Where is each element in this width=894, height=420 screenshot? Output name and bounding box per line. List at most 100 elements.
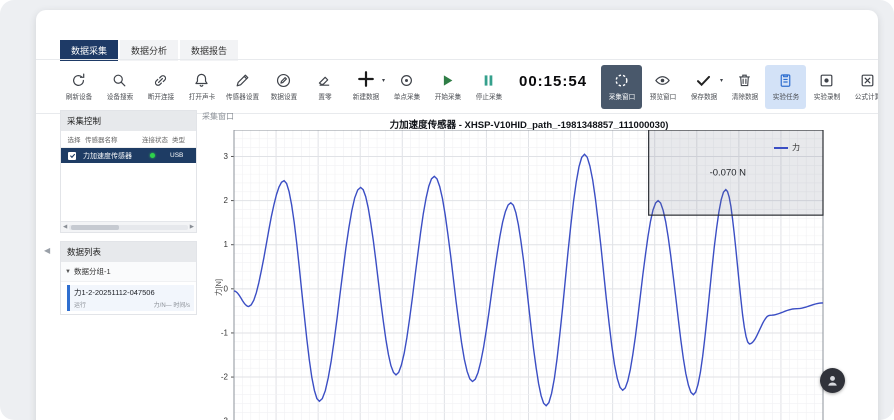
main-tabbar: 数据采集 数据分析 数据报告 bbox=[60, 40, 238, 61]
svg-text:-1: -1 bbox=[221, 328, 229, 337]
support-fab[interactable] bbox=[820, 368, 845, 393]
caret-down-icon[interactable]: ▾ bbox=[720, 77, 723, 84]
experiment-record-button[interactable]: 实验录制 bbox=[806, 64, 847, 110]
button-label: 传感器设置 bbox=[226, 92, 259, 102]
button-label: 断开连接 bbox=[147, 92, 174, 102]
stop-collect-button[interactable]: 停止采集 bbox=[468, 64, 509, 110]
person-icon bbox=[825, 373, 840, 388]
chart-title: 力加速度传感器 - XHSP-V10HID_path_-1981348857_1… bbox=[234, 117, 824, 131]
set-zero-button[interactable]: 置零 bbox=[304, 64, 345, 110]
button-label: 开始采集 bbox=[434, 92, 461, 102]
caret-down-icon[interactable]: ▾ bbox=[382, 77, 385, 84]
capture-window-button[interactable]: 采集窗口 bbox=[601, 65, 642, 109]
sensor-checkbox[interactable] bbox=[68, 152, 76, 160]
check-icon bbox=[695, 72, 712, 89]
play-icon bbox=[439, 72, 456, 89]
collect-control-header: 采集控制 bbox=[61, 111, 196, 131]
legend-label: 力 bbox=[792, 142, 800, 153]
search-icon bbox=[111, 72, 128, 89]
disconnect-button[interactable]: 断开连接 bbox=[140, 64, 181, 110]
edit-circle-icon bbox=[275, 72, 292, 89]
target-icon bbox=[398, 72, 415, 89]
search-device-button[interactable]: 设备搜索 bbox=[99, 64, 140, 110]
button-label: 停止采集 bbox=[475, 92, 502, 102]
scroll-left-arrow[interactable]: ◀ bbox=[63, 224, 67, 230]
refresh-icon bbox=[70, 72, 87, 89]
scrollbar-thumb[interactable] bbox=[71, 225, 118, 230]
clear-data-button[interactable]: 清除数据 bbox=[724, 64, 765, 110]
save-data-button[interactable]: ▾ 保存数据 bbox=[683, 64, 724, 110]
y-axis-label: 力[N] bbox=[213, 279, 224, 296]
trash-icon bbox=[736, 72, 753, 89]
legend-line-swatch bbox=[774, 147, 788, 149]
svg-text:-2: -2 bbox=[221, 373, 229, 382]
status-dot-connected bbox=[150, 153, 155, 158]
button-label: 新建数据 bbox=[352, 92, 379, 102]
button-label: 设备搜索 bbox=[106, 92, 133, 102]
tab-data-report[interactable]: 数据报告 bbox=[180, 40, 238, 61]
sensor-name: 力加速度传感器 bbox=[83, 151, 136, 161]
refresh-device-button[interactable]: 刷新设备 bbox=[58, 64, 99, 110]
svg-text:0: 0 bbox=[224, 284, 229, 293]
column-connect-status: 连接状态 bbox=[138, 134, 172, 144]
experiment-task-button[interactable]: 实验任务 bbox=[765, 65, 806, 109]
button-label: 实验录制 bbox=[813, 92, 840, 102]
timer: 00:15:54 bbox=[519, 73, 587, 90]
column-sensor-name: 传感器名称 bbox=[85, 134, 138, 144]
button-label: 单点采集 bbox=[393, 92, 420, 102]
preview-window-button[interactable]: 预览窗口 bbox=[642, 64, 683, 110]
sensor-table-empty-area bbox=[61, 163, 196, 221]
button-label: 打开声卡 bbox=[188, 92, 215, 102]
scrollbar-track[interactable] bbox=[69, 225, 188, 230]
data-item[interactable]: 力1-2-20251112-047506 运行 力/N— 时间/s bbox=[67, 285, 194, 311]
tab-data-analysis[interactable]: 数据分析 bbox=[120, 40, 178, 61]
toolbar: 刷新设备 设备搜索 断开连接 打开声卡 传感器设置 bbox=[36, 59, 878, 114]
sensor-settings-button[interactable]: 传感器设置 bbox=[222, 64, 263, 110]
clipboard-icon bbox=[777, 72, 794, 89]
button-label: 保存数据 bbox=[690, 92, 717, 102]
data-item-title: 力1-2-20251112-047506 bbox=[74, 287, 190, 298]
formula-calc-button[interactable]: 公式计算 bbox=[847, 64, 878, 110]
capture-window-panel: 采集窗口 力加速度传感器 - XHSP-V10HID_path_-1981348… bbox=[200, 110, 824, 420]
column-type: 类型 bbox=[172, 134, 192, 144]
svg-text:-0.070 N: -0.070 N bbox=[710, 168, 747, 179]
button-label: 刷新设备 bbox=[65, 92, 92, 102]
chart-legend: 力 bbox=[774, 142, 800, 153]
data-group-node[interactable]: ▼ 数据分组-1 bbox=[61, 262, 196, 282]
data-group-label: 数据分组-1 bbox=[74, 266, 111, 277]
dashed-circle-icon bbox=[613, 72, 630, 89]
sensor-row[interactable]: 力加速度传感器 USB bbox=[61, 148, 196, 163]
tab-data-collect[interactable]: 数据采集 bbox=[60, 40, 118, 61]
data-settings-button[interactable]: 数据设置 bbox=[263, 64, 304, 110]
data-list-header: 数据列表 bbox=[61, 242, 196, 262]
sensor-type: USB bbox=[170, 152, 183, 159]
eraser-icon bbox=[316, 72, 333, 89]
single-sample-button[interactable]: 单点采集 bbox=[386, 64, 427, 110]
capture-window-label: 采集窗口 bbox=[202, 111, 234, 122]
eye-icon bbox=[654, 72, 671, 89]
waveform-chart[interactable]: 3210-1-2-3-0.070 N bbox=[200, 130, 824, 420]
pen-icon bbox=[234, 72, 251, 89]
svg-text:2: 2 bbox=[224, 196, 229, 205]
data-item-status: 运行 bbox=[74, 300, 86, 309]
start-collect-button[interactable]: 开始采集 bbox=[427, 64, 468, 110]
svg-text:3: 3 bbox=[224, 152, 229, 161]
sidebar-collapse-arrow[interactable]: ◀ bbox=[44, 246, 50, 255]
scroll-right-arrow[interactable]: ▶ bbox=[190, 224, 194, 230]
horizontal-scrollbar[interactable]: ◀ ▶ bbox=[61, 221, 196, 232]
collect-control-panel: 采集控制 选择 传感器名称 连接状态 类型 力加速度传感器 USB bbox=[60, 110, 197, 233]
button-label: 采集窗口 bbox=[608, 92, 635, 102]
caret-down-icon: ▼ bbox=[65, 269, 71, 275]
column-select: 选择 bbox=[63, 134, 85, 144]
button-label: 置零 bbox=[318, 92, 331, 102]
button-label: 数据设置 bbox=[270, 92, 297, 102]
sidebar: 采集控制 选择 传感器名称 连接状态 类型 力加速度传感器 USB bbox=[60, 110, 197, 420]
button-label: 实验任务 bbox=[772, 92, 799, 102]
bell-icon bbox=[193, 72, 210, 89]
pause-icon bbox=[480, 72, 497, 89]
new-data-button[interactable]: ▾ 新建数据 bbox=[345, 64, 386, 110]
plus-icon bbox=[356, 69, 376, 89]
button-label: 清除数据 bbox=[731, 92, 758, 102]
checkmark-icon bbox=[69, 152, 76, 159]
open-soundcard-button[interactable]: 打开声卡 bbox=[181, 64, 222, 110]
